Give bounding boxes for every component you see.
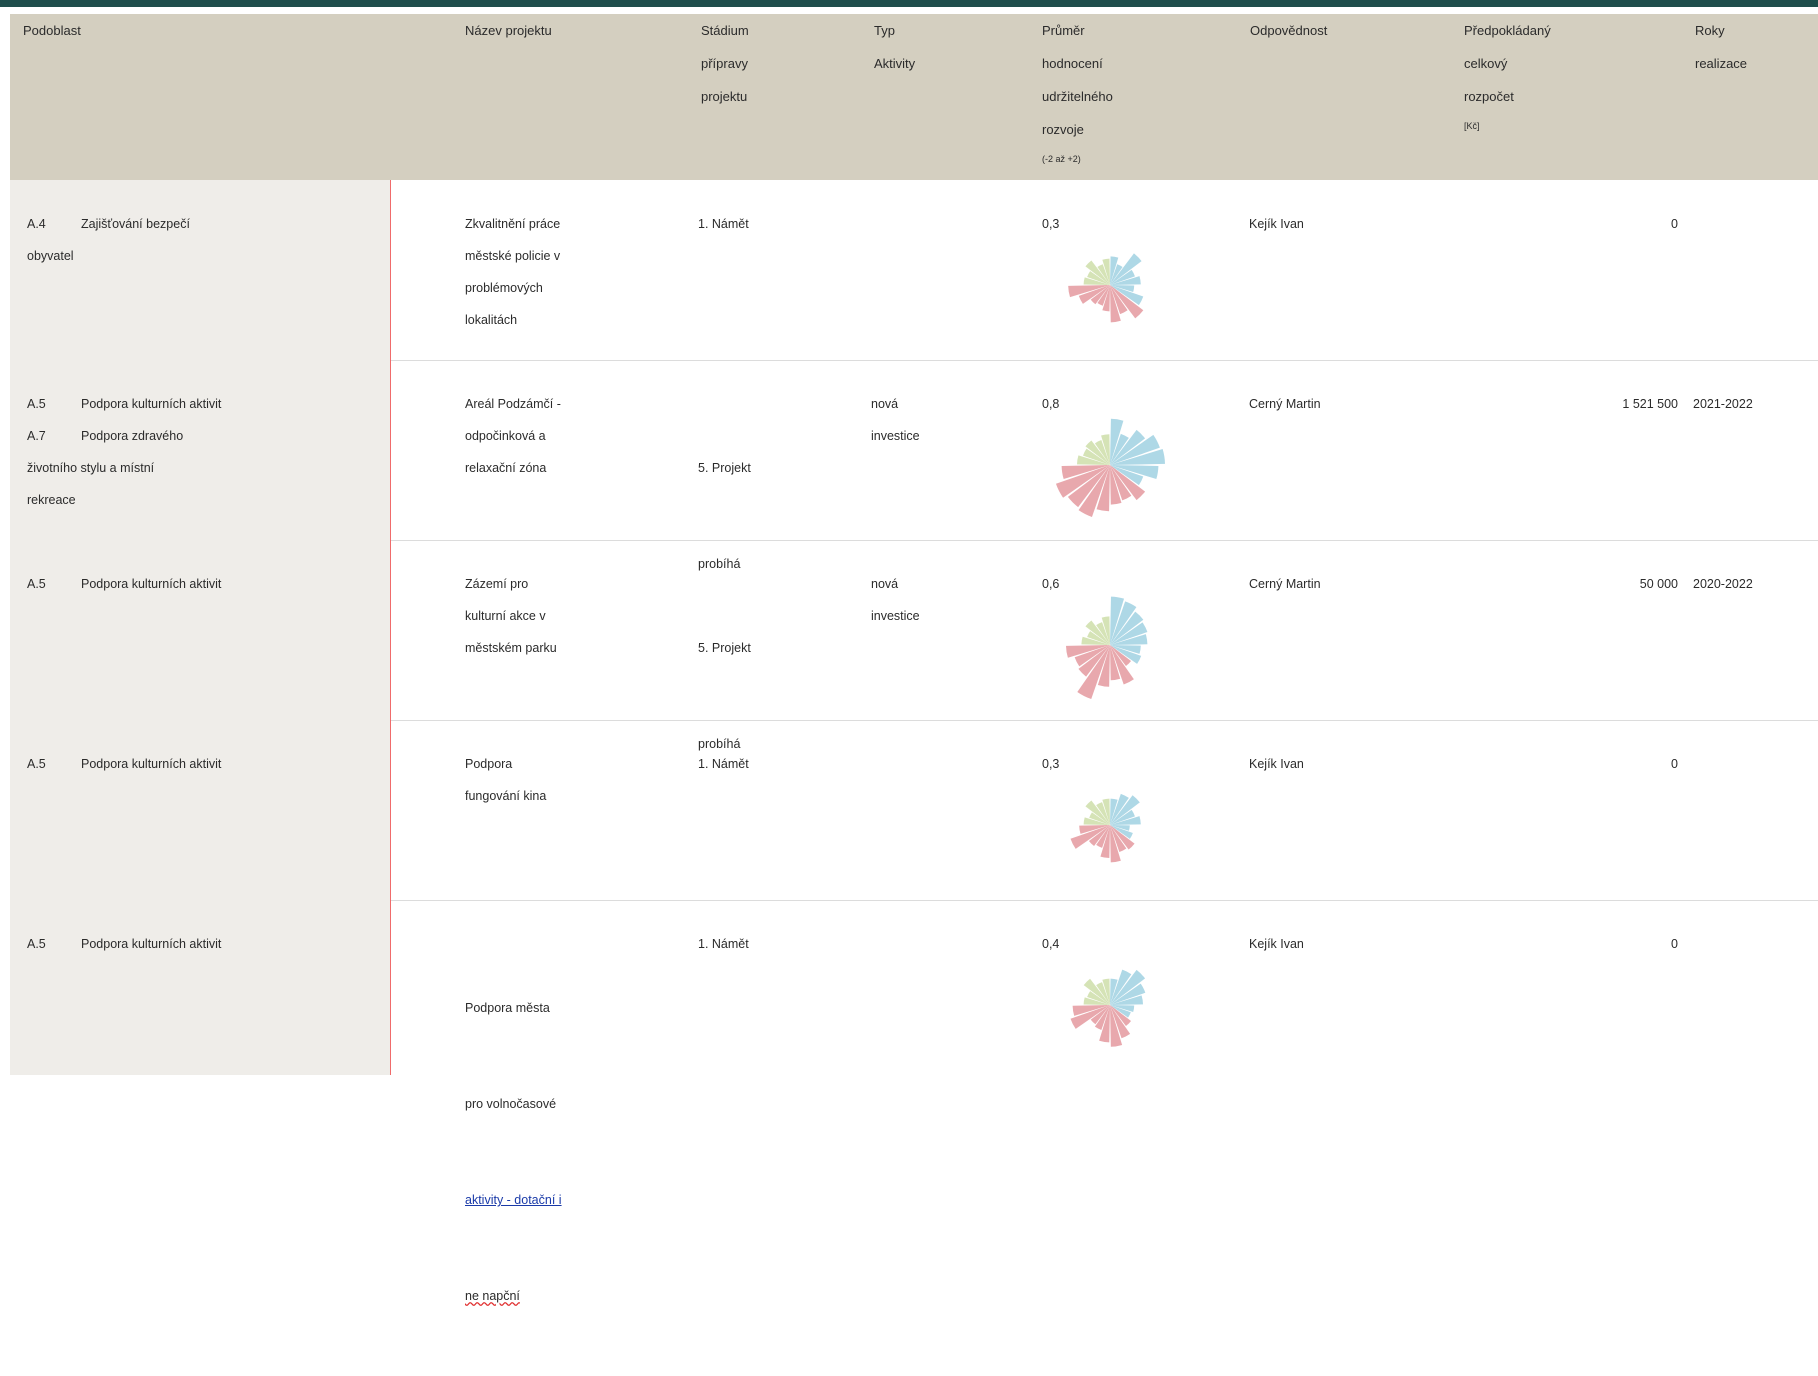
row-owner: Cerný Martin <box>1249 577 1321 591</box>
row-project-name: Zkvalitnění práce městské policie v prob… <box>465 217 561 327</box>
row-areas: A.5 Podpora kulturních aktivit A.7 Podpora… <box>27 397 222 507</box>
row-areas: A.5 Podpora kulturních aktivit <box>27 937 222 951</box>
row-project-name: Areál Podzámčí - odpočinková a relaxační… <box>465 397 561 475</box>
row-project-name: Podpora fungování kina <box>465 757 547 803</box>
row-areas: A.4 Zajišťování bezpečí obyvatel <box>27 217 190 263</box>
row-years: 2020-2022 <box>1693 577 1753 591</box>
table-row: A.5 Podpora kulturních aktivit Podpora fu… <box>10 720 1818 901</box>
project-name-link[interactable]: aktivity - dotační i <box>465 1184 562 1216</box>
top-accent-bar <box>0 0 1818 7</box>
row-years: 2021-2022 <box>1693 397 1753 411</box>
row-stage: 1. Námět <box>698 937 749 951</box>
row-areas: A.5 Podpora kulturních aktivit <box>27 757 222 771</box>
header-nazev-projektu: Název projektu <box>465 23 552 38</box>
row-stage: 1. Námět <box>698 757 749 771</box>
area-column-bg <box>10 720 391 900</box>
row-type: nová investice <box>871 397 920 443</box>
table-row: A.5 Podpora kulturních aktivit Zázemí pro… <box>10 540 1818 751</box>
row-owner: Kejík Ivan <box>1249 217 1304 231</box>
row-project-name: Podpora města pro volnočasové aktivity -… <box>465 1001 562 1303</box>
header-odpovednost: Odpovědnost <box>1250 23 1328 38</box>
sustainability-rose-chart <box>1068 253 1144 323</box>
table-header: Podoblast Název projektu Stádium příprav… <box>10 14 1818 180</box>
header-score-range: (-2 až +2) <box>1042 154 1081 164</box>
row-budget: 0 <box>1671 937 1678 951</box>
row-project-name: Zázemí pro kulturní akce v městském park… <box>465 577 557 655</box>
header-prumer-hodnoceni: Průměr hodnocení udržitelného rozvoje (-… <box>1042 14 1113 169</box>
row-owner: Kejík Ivan <box>1249 757 1304 771</box>
row-budget: 0 <box>1671 217 1678 231</box>
header-stadium: Stádium přípravy projektu <box>701 23 749 104</box>
row-budget: 0 <box>1671 757 1678 771</box>
sustainability-rose-chart <box>1070 793 1141 863</box>
header-podoblast: Podoblast <box>23 23 81 38</box>
row-type: nová investice <box>871 577 920 623</box>
sustainability-rose-chart <box>1070 969 1146 1047</box>
area-column-bg <box>10 900 391 1075</box>
row-budget: 1 521 500 <box>1622 397 1678 411</box>
row-owner: Cerný Martin <box>1249 397 1321 411</box>
row-stage: 1. Námět <box>698 217 749 231</box>
table-row: A.4 Zajišťování bezpečí obyvatel Zkvalitn… <box>10 180 1818 361</box>
header-currency-unit: [Kč] <box>1464 121 1480 131</box>
sustainability-rose-chart <box>1066 596 1148 700</box>
table-row: A.5 Podpora kulturních aktivit A.7 Podpora… <box>10 360 1818 571</box>
table-row: A.5 Podpora kulturních aktivit Podpora mě… <box>10 900 1818 1303</box>
row-areas: A.5 Podpora kulturních aktivit <box>27 577 222 591</box>
row-budget: 50 000 <box>1639 577 1678 591</box>
sustainability-rose-chart <box>1055 418 1165 517</box>
header-rozpocet: Předpokládaný celkový rozpočet [Kč] <box>1464 14 1551 136</box>
header-typ-aktivity: Typ Aktivity <box>874 23 916 71</box>
area-column-bg <box>10 540 391 720</box>
row-owner: Kejík Ivan <box>1249 937 1304 951</box>
header-roky-realizace: Roky realizace <box>1695 23 1748 71</box>
